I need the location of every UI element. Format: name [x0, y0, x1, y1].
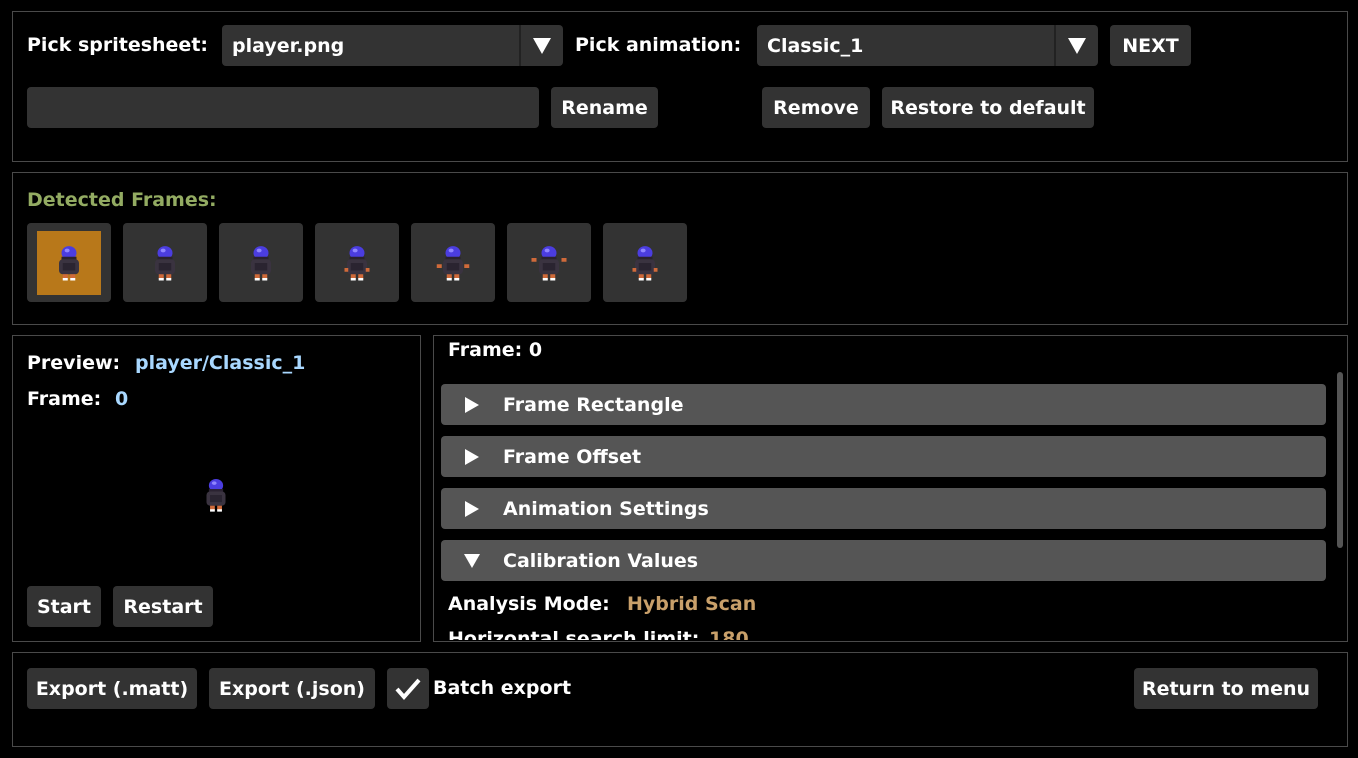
section-calibration-values[interactable]: Calibration Values: [441, 540, 1326, 581]
clipped-row: Horizontal search limit: 180: [434, 620, 1334, 640]
frame-thumb-6[interactable]: [603, 223, 687, 302]
chevron-down-icon: [464, 553, 480, 568]
frame-thumb-4[interactable]: [411, 223, 495, 302]
spritesheet-value: player.png: [232, 34, 345, 57]
frame-label: Frame:: [27, 388, 102, 410]
frame-thumb-3[interactable]: [315, 223, 399, 302]
frame-thumb-0[interactable]: [27, 223, 111, 302]
preview-label: Preview:: [27, 352, 121, 374]
frame-thumb-5[interactable]: [507, 223, 591, 302]
start-button[interactable]: Start: [27, 586, 101, 627]
section-label: Animation Settings: [503, 497, 709, 520]
return-menu-button[interactable]: Return to menu: [1134, 668, 1318, 709]
next-button[interactable]: NEXT: [1110, 25, 1191, 66]
frame-value: 0: [115, 388, 129, 410]
batch-export-checkbox[interactable]: [387, 668, 429, 709]
chevron-down-icon[interactable]: [1054, 25, 1098, 66]
animation-value: Classic_1: [767, 34, 864, 57]
analysis-mode-value[interactable]: Hybrid Scan: [627, 593, 756, 615]
sprite-frame-image: [531, 245, 567, 280]
restart-button[interactable]: Restart: [113, 586, 213, 627]
sprite-frame-image: [436, 245, 470, 280]
hsearch-label: Horizontal search limit:: [448, 628, 700, 640]
remove-button[interactable]: Remove: [762, 87, 870, 128]
frame-thumb-2[interactable]: [219, 223, 303, 302]
sprite-frame-image: [155, 245, 175, 280]
animation-label: Pick animation:: [575, 34, 742, 56]
preview-value: player/Classic_1: [135, 352, 306, 374]
sprite-frame-image: [59, 245, 79, 280]
sprite-frame-image: [344, 245, 370, 280]
restore-default-button[interactable]: Restore to default: [882, 87, 1094, 128]
animation-select[interactable]: Classic_1: [757, 25, 1098, 66]
chevron-right-icon: [465, 396, 479, 413]
spritesheet-select[interactable]: player.png: [222, 25, 563, 66]
section-label: Frame Rectangle: [503, 393, 684, 416]
frame-thumb-1[interactable]: [123, 223, 207, 302]
chevron-down-icon[interactable]: [519, 25, 563, 66]
section-frame-offset[interactable]: Frame Offset: [441, 436, 1326, 477]
export-json-button[interactable]: Export (.json): [209, 668, 375, 709]
analysis-mode-label: Analysis Mode:: [448, 593, 610, 615]
detected-frames-label: Detected Frames:: [27, 189, 217, 211]
section-animation-settings[interactable]: Animation Settings: [441, 488, 1326, 529]
chevron-right-icon: [465, 500, 479, 517]
chevron-right-icon: [465, 448, 479, 465]
frame-header: Frame: 0: [448, 339, 543, 361]
section-label: Frame Offset: [503, 445, 642, 468]
sprite-frame-image: [632, 245, 658, 280]
hsearch-value[interactable]: 180: [709, 628, 749, 640]
export-matt-button[interactable]: Export (.matt): [27, 668, 197, 709]
rename-input[interactable]: [27, 87, 539, 128]
section-label: Calibration Values: [503, 549, 699, 572]
checkmark-icon: [395, 678, 421, 700]
section-frame-rectangle[interactable]: Frame Rectangle: [441, 384, 1326, 425]
rename-button[interactable]: Rename: [551, 87, 658, 128]
details-scrollbar[interactable]: [1337, 372, 1343, 548]
sprite-preview-image: [206, 478, 226, 512]
sprite-frame-image: [251, 245, 271, 280]
spritesheet-label: Pick spritesheet:: [27, 34, 209, 56]
batch-export-label: Batch export: [433, 677, 572, 699]
